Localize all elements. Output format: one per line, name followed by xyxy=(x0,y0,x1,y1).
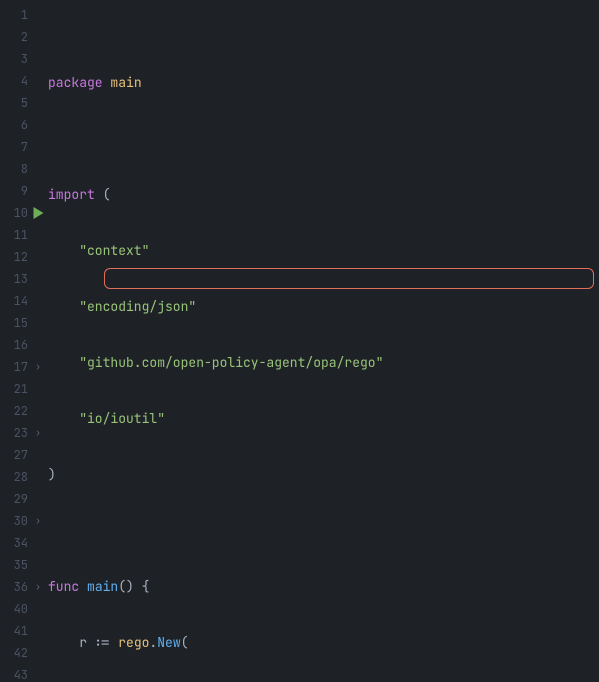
keyword-func: func xyxy=(48,578,79,595)
run-gutter-icon[interactable] xyxy=(30,202,46,224)
keyword-import: import xyxy=(48,186,95,203)
line-number: 6 xyxy=(0,114,30,136)
gutter-spacer xyxy=(30,444,46,466)
pkg-rego: rego xyxy=(118,634,149,651)
paren-close: ) xyxy=(48,466,56,483)
gutter-spacer xyxy=(30,246,46,268)
line-number: 8 xyxy=(0,158,30,180)
gutter-spacer xyxy=(30,554,46,576)
line-number: 1 xyxy=(0,4,30,26)
gutter-spacer xyxy=(30,532,46,554)
line-number: 9 xyxy=(0,180,30,202)
func-sig: () { xyxy=(118,578,149,595)
line-number: 11 xyxy=(0,224,30,246)
line-number: 4 xyxy=(0,70,30,92)
fold-chevron-icon[interactable]: › xyxy=(30,356,46,378)
import-path: "encoding/json" xyxy=(79,298,196,315)
fold-chevron-icon[interactable]: › xyxy=(30,576,46,598)
gutter-spacer xyxy=(30,312,46,334)
line-number: 42 xyxy=(0,642,30,664)
gutter-spacer xyxy=(30,290,46,312)
gutter-spacer xyxy=(30,620,46,642)
gutter-spacer xyxy=(30,400,46,422)
line-number: 23 xyxy=(0,422,30,444)
gutter-spacer xyxy=(30,26,46,48)
var-decl: r := xyxy=(79,634,118,651)
line-number: 21 xyxy=(0,378,30,400)
highlight-box xyxy=(104,268,594,289)
fn-new: New xyxy=(157,634,180,651)
gutter-spacer xyxy=(30,70,46,92)
pkg-name: main xyxy=(110,74,141,91)
line-number: 14 xyxy=(0,290,30,312)
gutter-spacer xyxy=(30,4,46,26)
line-number: 29 xyxy=(0,488,30,510)
line-number: 28 xyxy=(0,466,30,488)
import-path: "context" xyxy=(79,242,149,259)
gutter-spacer xyxy=(30,48,46,70)
line-number: 27 xyxy=(0,444,30,466)
line-number: 17 xyxy=(0,356,30,378)
gutter-spacer xyxy=(30,268,46,290)
line-number: 40 xyxy=(0,598,30,620)
gutter-spacer xyxy=(30,664,46,682)
line-number: 41 xyxy=(0,620,30,642)
line-number: 34 xyxy=(0,532,30,554)
line-number: 2 xyxy=(0,26,30,48)
code-area[interactable]: package main import ( "context" "encodin… xyxy=(46,0,599,682)
gutter-spacer xyxy=(30,466,46,488)
line-number: 5 xyxy=(0,92,30,114)
line-number: 12 xyxy=(0,246,30,268)
line-number: 10 xyxy=(0,202,30,224)
keyword-package: package xyxy=(48,74,103,91)
line-number: 13 xyxy=(0,268,30,290)
func-name-main: main xyxy=(87,578,118,595)
paren-open: ( xyxy=(181,634,189,651)
paren-open: ( xyxy=(103,186,111,203)
gutter-spacer xyxy=(30,642,46,664)
line-number: 35 xyxy=(0,554,30,576)
gutter-spacer xyxy=(30,224,46,246)
line-number-gutter: 1234567891011121314151617212223272829303… xyxy=(0,0,30,682)
gutter-spacer xyxy=(30,334,46,356)
gutter-icon-column: › › › › xyxy=(30,0,46,682)
gutter-spacer xyxy=(30,488,46,510)
gutter-spacer xyxy=(30,114,46,136)
gutter-spacer xyxy=(30,378,46,400)
gutter-spacer xyxy=(30,180,46,202)
line-number: 3 xyxy=(0,48,30,70)
import-path: "io/ioutil" xyxy=(79,410,165,427)
gutter-spacer xyxy=(30,136,46,158)
line-number: 16 xyxy=(0,334,30,356)
gutter-spacer xyxy=(30,598,46,620)
import-path: "github.com/open-policy-agent/opa/rego" xyxy=(79,354,383,371)
line-number: 30 xyxy=(0,510,30,532)
line-number: 36 xyxy=(0,576,30,598)
fold-chevron-icon[interactable]: › xyxy=(30,510,46,532)
gutter-spacer xyxy=(30,158,46,180)
line-number: 43 xyxy=(0,664,30,682)
code-editor[interactable]: 1234567891011121314151617212223272829303… xyxy=(0,0,599,682)
fold-chevron-icon[interactable]: › xyxy=(30,422,46,444)
line-number: 7 xyxy=(0,136,30,158)
gutter-spacer xyxy=(30,92,46,114)
line-number: 22 xyxy=(0,400,30,422)
line-number: 15 xyxy=(0,312,30,334)
